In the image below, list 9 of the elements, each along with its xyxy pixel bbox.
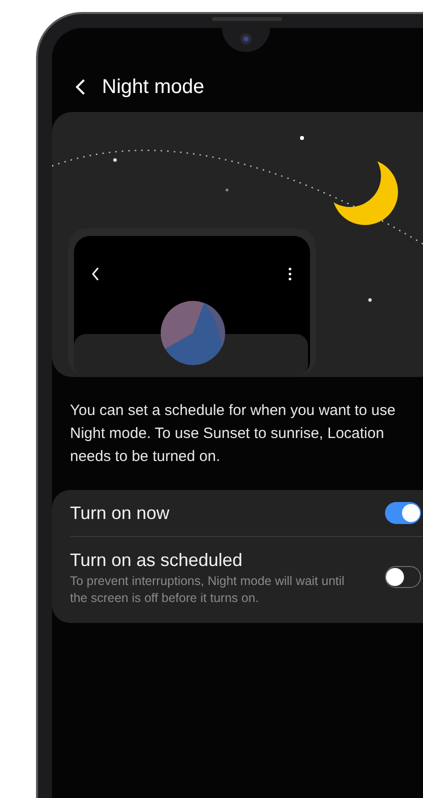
toggle-switch[interactable] — [385, 566, 421, 588]
back-icon[interactable] — [74, 78, 86, 96]
description-text: You can set a schedule for when you want to use Night mode. To use Sunset to sunrise, Location needs to be turned on. — [70, 401, 396, 467]
setting-title: Turn on as scheduled — [70, 549, 244, 572]
camera-icon — [240, 33, 252, 45]
page-title: Night mode — [102, 75, 204, 100]
setting-description: To prevent interruptions, Night mode will wait until the screen is off before it turns on. — [70, 573, 346, 607]
toggle-switch[interactable] — [385, 502, 421, 524]
setting-title: Turn on now — [70, 502, 170, 525]
